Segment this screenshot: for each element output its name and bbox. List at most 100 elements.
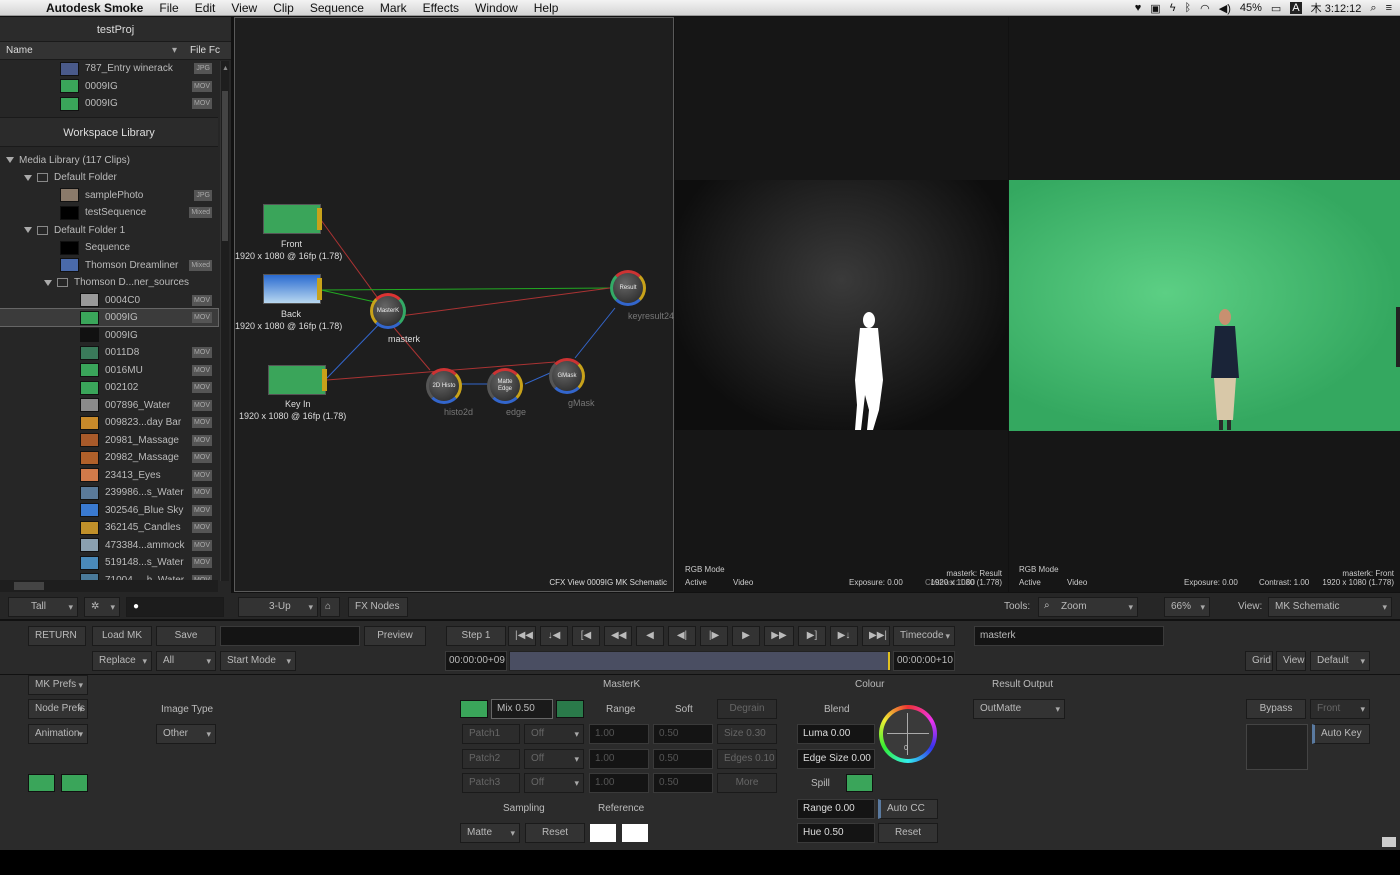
wifi-icon[interactable]: ◠ bbox=[1200, 2, 1210, 15]
tool-zoom-select[interactable]: Zoom bbox=[1038, 597, 1138, 617]
volume-icon[interactable]: ◀) bbox=[1219, 2, 1231, 15]
list-item[interactable]: 0011D8 MOV bbox=[0, 344, 218, 361]
folder-thomson-sources[interactable]: Thomson D...ner_sources bbox=[0, 274, 218, 291]
menu-help[interactable]: Help bbox=[526, 1, 567, 15]
keyin-node-port[interactable] bbox=[322, 369, 327, 391]
patch1-range-field[interactable]: 1.00 bbox=[589, 724, 649, 744]
list-item[interactable]: 787_Entry winerack JPG bbox=[0, 60, 218, 77]
heart-icon[interactable]: ♥ bbox=[1135, 2, 1142, 14]
patch2-mode-select[interactable]: Off bbox=[524, 749, 584, 769]
menu-file[interactable]: File bbox=[151, 1, 186, 15]
colour-wheel[interactable]: 0 bbox=[879, 705, 937, 763]
disclosure-triangle-icon[interactable] bbox=[24, 227, 32, 233]
layout-tall-select[interactable]: Tall bbox=[8, 597, 78, 617]
library-scrollbar[interactable]: ▲ bbox=[220, 61, 229, 581]
range-field[interactable]: Range 0.00 bbox=[797, 799, 875, 819]
image-type-select[interactable]: Other bbox=[156, 724, 216, 744]
all-select[interactable]: All bbox=[156, 651, 216, 671]
grid-button[interactable]: Grid bbox=[1245, 651, 1273, 671]
list-item[interactable]: 20982_Massage MOV bbox=[0, 449, 218, 466]
list-item[interactable]: 009823...day Bar MOV bbox=[0, 414, 218, 431]
histo2d-node[interactable]: 2D Histo bbox=[426, 368, 462, 404]
list-item[interactable]: 362145_Candles MOV bbox=[0, 519, 218, 536]
edge-size-field[interactable]: Edge Size 0.00 bbox=[797, 749, 875, 769]
degrain-button[interactable]: Degrain bbox=[717, 699, 777, 719]
swatch-2[interactable] bbox=[61, 774, 88, 792]
list-item[interactable]: Sequence bbox=[0, 239, 218, 256]
zoom-percent-select[interactable]: 66% bbox=[1164, 597, 1210, 617]
patch3-soft-field[interactable]: 0.50 bbox=[653, 773, 713, 793]
list-item[interactable]: 302546_Blue Sky MOV bbox=[0, 502, 218, 519]
search-icon[interactable]: ⌕ bbox=[1370, 2, 1376, 15]
mix-swatch-right[interactable] bbox=[556, 700, 584, 718]
goto-end-button[interactable]: ▶▶| bbox=[862, 626, 890, 646]
column-sort-icon[interactable]: ▾ bbox=[172, 45, 186, 56]
column-name[interactable]: Name bbox=[0, 45, 172, 56]
preview-button[interactable]: Preview bbox=[364, 626, 426, 646]
hue-field[interactable]: Hue 0.50 bbox=[797, 823, 875, 843]
menu-edit[interactable]: Edit bbox=[187, 1, 224, 15]
play-reverse-button[interactable]: ◀ bbox=[636, 626, 664, 646]
bypass-button[interactable]: Bypass bbox=[1246, 699, 1306, 719]
node-prefs-button[interactable]: Node Prefs bbox=[28, 699, 88, 719]
step-button[interactable]: Step 1 bbox=[446, 626, 506, 646]
animation-button[interactable]: Animation bbox=[28, 724, 88, 744]
bolt-icon[interactable]: ϟ bbox=[1170, 2, 1176, 14]
list-item[interactable]: 0009IG bbox=[0, 327, 218, 344]
list-item[interactable]: 519148...s_Water MOV bbox=[0, 554, 218, 571]
bypass-front-select[interactable]: Front bbox=[1310, 699, 1370, 719]
library-hscrollbar[interactable] bbox=[0, 580, 218, 592]
menu-app[interactable]: Autodesk Smoke bbox=[38, 1, 151, 15]
next-cut-button[interactable]: ▶] bbox=[798, 626, 826, 646]
step-back-button[interactable]: ◀| bbox=[668, 626, 696, 646]
list-item[interactable]: 0016MU MOV bbox=[0, 362, 218, 379]
list-item[interactable]: 007896_Water MOV bbox=[0, 397, 218, 414]
front-node-port[interactable] bbox=[317, 208, 322, 230]
text-icon[interactable]: ▣ bbox=[1150, 2, 1160, 15]
workspace-library-header[interactable]: Workspace Library bbox=[0, 116, 218, 147]
clip-name-field[interactable]: masterk bbox=[974, 626, 1164, 646]
view-mode-select[interactable]: MK Schematic bbox=[1268, 597, 1392, 617]
masterk-node[interactable]: MasterK bbox=[370, 293, 406, 329]
keyboard-icon[interactable] bbox=[1382, 837, 1396, 847]
menu-view[interactable]: View bbox=[223, 1, 265, 15]
patch3-mode-select[interactable]: Off bbox=[524, 773, 584, 793]
list-item[interactable]: 23413_Eyes MOV bbox=[0, 467, 218, 484]
mk-prefs-button[interactable]: MK Prefs bbox=[28, 675, 88, 695]
fast-forward-button[interactable]: ▶▶ bbox=[764, 626, 794, 646]
edges-field[interactable]: Edges 0.10 bbox=[717, 749, 777, 769]
timecode-select[interactable]: Timecode bbox=[893, 626, 955, 646]
list-item[interactable]: samplePhoto JPG bbox=[0, 187, 218, 204]
spill-swatch[interactable] bbox=[846, 774, 873, 792]
result-viewer[interactable]: RGB Mode Active Video Exposure: 0.00 Con… bbox=[675, 17, 1008, 592]
reference-swatch-2[interactable] bbox=[622, 824, 648, 842]
fx-nodes-button[interactable]: FX Nodes bbox=[348, 597, 408, 617]
reference-swatch-1[interactable] bbox=[590, 824, 616, 842]
folder-default[interactable]: Default Folder bbox=[0, 169, 218, 186]
save-button[interactable]: Save bbox=[156, 626, 216, 646]
prev-mark-button[interactable]: ↓◀ bbox=[540, 626, 568, 646]
return-button[interactable]: RETURN bbox=[28, 626, 86, 646]
play-button[interactable]: ▶ bbox=[732, 626, 760, 646]
step-forward-button[interactable]: |▶ bbox=[700, 626, 728, 646]
mix-swatch-left[interactable] bbox=[460, 700, 488, 718]
result-node[interactable]: Result bbox=[610, 270, 646, 306]
mix-field[interactable]: Mix 0.50 bbox=[491, 699, 553, 719]
menu-clip[interactable]: Clip bbox=[265, 1, 302, 15]
menu-mark[interactable]: Mark bbox=[372, 1, 415, 15]
colour-reset-button[interactable]: Reset bbox=[878, 823, 938, 843]
start-mode-select[interactable]: Start Mode bbox=[220, 651, 296, 671]
disclosure-triangle-icon[interactable] bbox=[44, 279, 52, 286]
patch3-button[interactable]: Patch3 bbox=[462, 773, 520, 793]
schematic-view[interactable]: Front 1920 x 1080 @ 16fp (1.78) Back 192… bbox=[234, 17, 674, 592]
back-node-thumb[interactable] bbox=[263, 274, 321, 304]
auto-cc-toggle[interactable]: Auto CC bbox=[878, 799, 938, 819]
back-node-port[interactable] bbox=[317, 278, 322, 300]
replace-select[interactable]: Replace bbox=[92, 651, 152, 671]
edge-node[interactable]: Matte Edge bbox=[487, 368, 523, 404]
home-button[interactable]: ⌂ bbox=[320, 597, 340, 617]
bluetooth-icon[interactable]: ᛒ bbox=[1185, 2, 1192, 14]
timecode-out-field[interactable]: 00:00:00+10 bbox=[893, 651, 955, 671]
default-select[interactable]: Default bbox=[1310, 651, 1370, 671]
load-mk-button[interactable]: Load MK bbox=[92, 626, 152, 646]
